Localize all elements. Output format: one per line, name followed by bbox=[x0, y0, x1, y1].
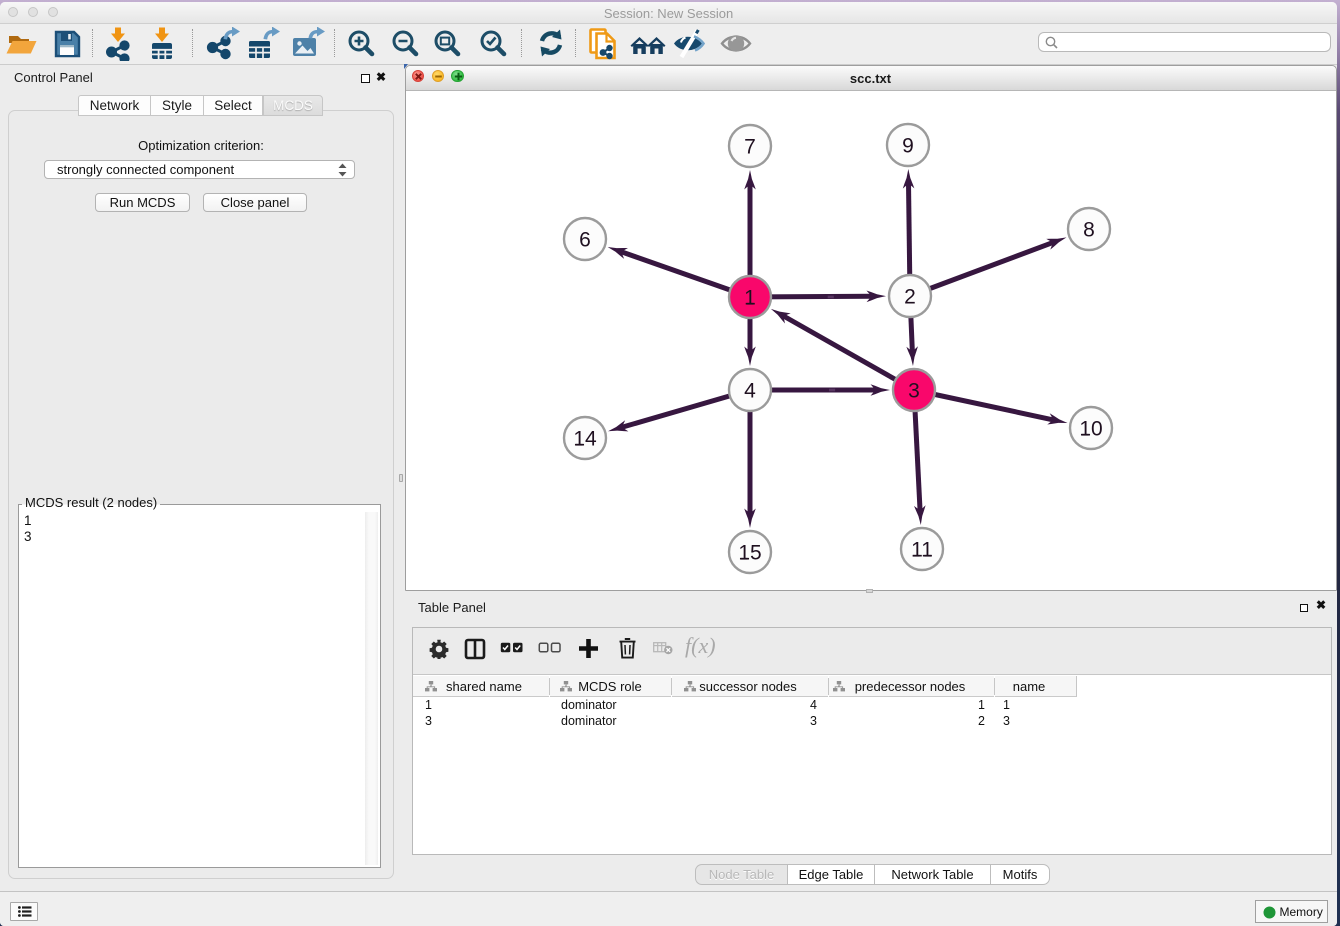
svg-text:9: 9 bbox=[902, 135, 914, 158]
svg-text:3: 3 bbox=[908, 380, 920, 403]
svg-text:7: 7 bbox=[744, 136, 756, 159]
svg-text:10: 10 bbox=[1079, 418, 1102, 441]
svg-text:1: 1 bbox=[744, 287, 756, 310]
svg-text:6: 6 bbox=[579, 229, 591, 252]
svg-text:2: 2 bbox=[904, 286, 916, 309]
svg-text:4: 4 bbox=[744, 380, 756, 403]
svg-text:15: 15 bbox=[738, 542, 761, 565]
svg-text:11: 11 bbox=[911, 539, 933, 562]
svg-text:8: 8 bbox=[1083, 219, 1095, 242]
svg-text:14: 14 bbox=[573, 428, 597, 451]
